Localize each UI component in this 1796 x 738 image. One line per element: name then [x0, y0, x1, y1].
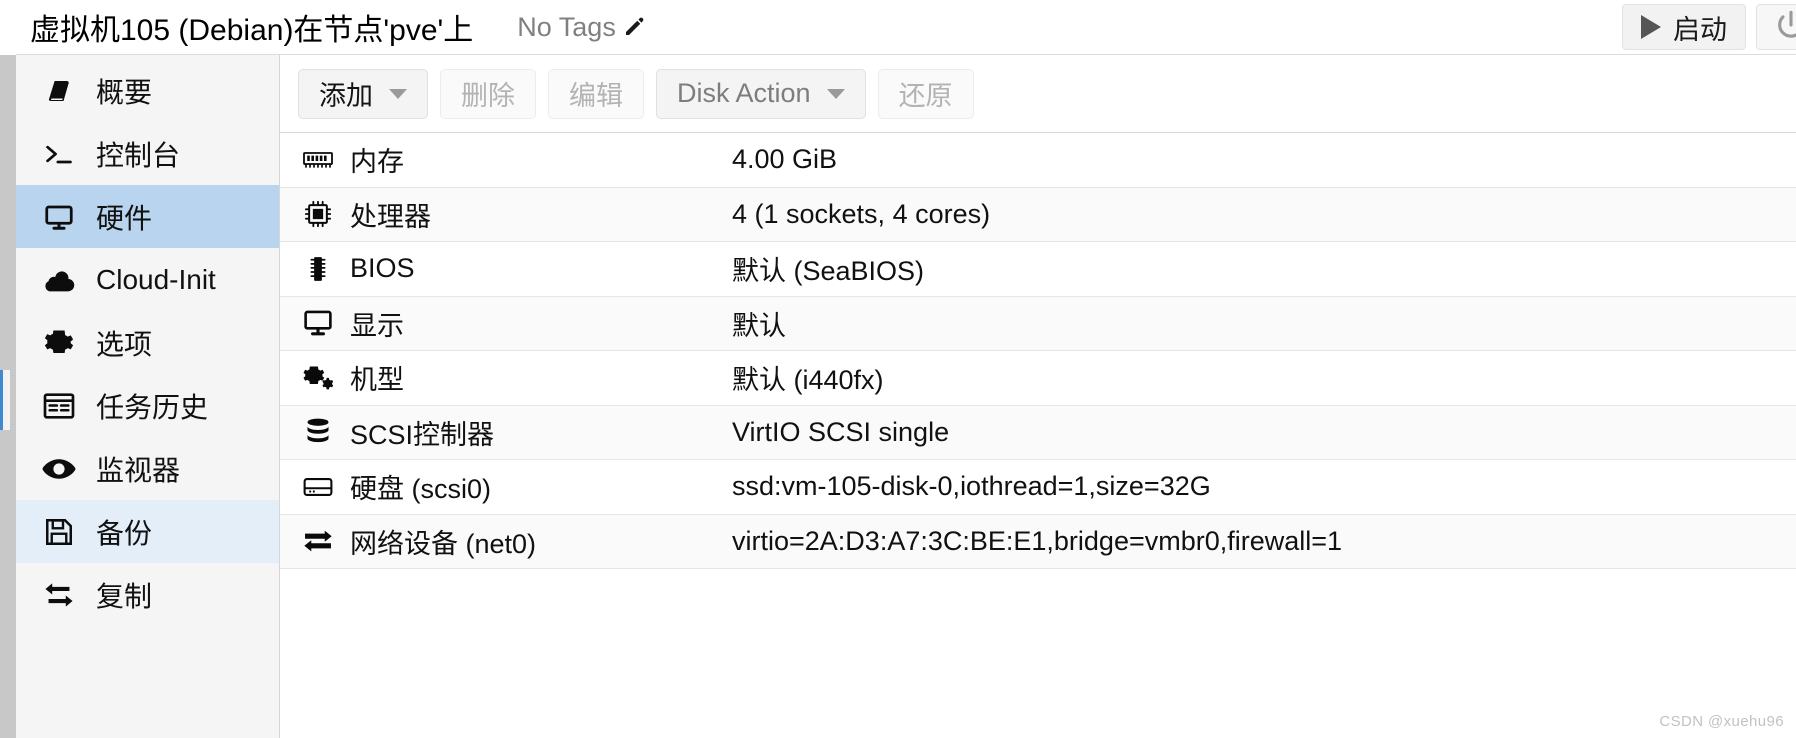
sidebar-item-replication[interactable]: 复制: [16, 563, 279, 626]
table-cell-value: ssd:vm-105-disk-0,iothread=1,size=32G: [732, 471, 1211, 502]
disk-action-button-label: Disk Action: [677, 78, 811, 108]
memory-icon: [280, 150, 342, 170]
table-cell-key: 机型: [350, 365, 404, 396]
chrome-accent-marker: [0, 370, 10, 430]
main-panel: 添加 删除 编辑 Disk Action 还原 内存 4.00 GiB 处理器 …: [280, 55, 1796, 738]
hardware-table: 内存 4.00 GiB 处理器 4 (1 sockets, 4 cores) B…: [280, 133, 1796, 738]
table-cell-key: SCSI控制器: [350, 419, 495, 450]
sidebar-item-label: 监视器: [96, 454, 181, 486]
exchange-icon: [280, 529, 342, 553]
sidebar-item-label: Cloud-Init: [96, 263, 216, 295]
tags-label: No Tags: [517, 11, 616, 42]
table-cell-key: BIOS: [350, 253, 415, 284]
table-row[interactable]: 网络设备 (net0) virtio=2A:D3:A7:3C:BE:E1,bri…: [280, 514, 1796, 569]
sidebar-item-hardware[interactable]: 硬件: [16, 185, 279, 248]
cogs-icon: [280, 364, 342, 392]
sidebar-item-summary[interactable]: 概要: [16, 59, 279, 122]
sidebar-item-cloud-init[interactable]: Cloud-Init: [16, 248, 279, 311]
book-icon: [42, 76, 76, 106]
table-row[interactable]: 硬盘 (scsi0) ssd:vm-105-disk-0,iothread=1,…: [280, 460, 1796, 515]
cpu-icon: [280, 200, 342, 228]
remove-button-label: 删除: [461, 81, 515, 111]
edit-button[interactable]: 编辑: [548, 68, 644, 119]
table-cell-value: 默认 (SeaBIOS): [732, 256, 925, 287]
sidebar-item-monitor[interactable]: 监视器: [16, 437, 279, 500]
gear-icon: [42, 328, 76, 358]
chevron-down-icon: [389, 88, 407, 99]
list-icon: [42, 392, 76, 420]
window-chrome-strip: [0, 0, 16, 738]
remove-button[interactable]: 删除: [440, 68, 536, 119]
disk-action-button[interactable]: Disk Action: [656, 68, 866, 119]
table-row[interactable]: 机型 默认 (i440fx): [280, 351, 1796, 406]
sidebar-item-task-history[interactable]: 任务历史: [16, 374, 279, 437]
sidebar-item-label: 概要: [96, 76, 153, 108]
sidebar-item-label: 备份: [96, 517, 153, 549]
add-button[interactable]: 添加: [298, 68, 428, 119]
header-actions: 启动: [1622, 4, 1796, 50]
table-cell-key: 显示: [350, 310, 404, 341]
sidebar-item-label: 复制: [96, 580, 153, 612]
terminal-icon: [42, 139, 76, 169]
sidebar-item-backup[interactable]: 备份: [16, 500, 279, 563]
page-body: 概要 控制台 硬件 Cloud-Init 选项 任务历史 监视器 备份 复制 添…: [0, 55, 1796, 738]
watermark: CSDN @xuehu96: [1659, 713, 1784, 730]
add-button-label: 添加: [319, 81, 373, 111]
sidebar-item-label: 控制台: [96, 139, 181, 171]
sidebar: 概要 控制台 硬件 Cloud-Init 选项 任务历史 监视器 备份 复制: [16, 55, 280, 738]
pencil-icon[interactable]: [622, 15, 646, 39]
chip-icon: [280, 255, 342, 283]
power-button[interactable]: [1756, 4, 1796, 50]
table-cell-value: 默认: [732, 310, 786, 341]
table-cell-value: VirtIO SCSI single: [732, 416, 950, 447]
cloud-icon: [42, 266, 76, 294]
sidebar-item-options[interactable]: 选项: [16, 311, 279, 374]
table-cell-value: 4 (1 sockets, 4 cores): [732, 198, 991, 229]
edit-button-label: 编辑: [569, 81, 623, 111]
start-button[interactable]: 启动: [1622, 4, 1746, 50]
play-icon: [1641, 15, 1661, 39]
table-row[interactable]: SCSI控制器 VirtIO SCSI single: [280, 405, 1796, 460]
sidebar-item-label: 任务历史: [96, 391, 209, 423]
retweet-icon: [42, 581, 76, 609]
table-row[interactable]: 内存 4.00 GiB: [280, 133, 1796, 188]
page-title: 虚拟机105 (Debian)在节点'pve'上: [30, 14, 474, 47]
table-empty-area: [280, 569, 1796, 643]
power-icon: [1774, 8, 1796, 47]
table-cell-key: 网络设备 (net0): [350, 528, 537, 559]
sidebar-item-label: 硬件: [96, 202, 153, 234]
sidebar-item-label: 选项: [96, 328, 153, 360]
table-cell-value: 默认 (i440fx): [732, 365, 884, 396]
chrome-top-fill: [0, 0, 16, 55]
chevron-down-icon: [826, 88, 845, 99]
floppy-icon: [42, 517, 76, 547]
table-cell-value: virtio=2A:D3:A7:3C:BE:E1,bridge=vmbr0,fi…: [732, 525, 1343, 556]
table-cell-value: 4.00 GiB: [732, 144, 838, 175]
revert-button[interactable]: 还原: [877, 68, 974, 119]
table-row[interactable]: 处理器 4 (1 sockets, 4 cores): [280, 187, 1796, 242]
table-row[interactable]: 显示 默认: [280, 296, 1796, 351]
start-button-label: 启动: [1673, 14, 1727, 45]
harddisk-icon: [280, 476, 342, 498]
tags-area[interactable]: No Tags: [517, 12, 646, 43]
desktop-icon: [42, 202, 76, 232]
revert-button-label: 还原: [898, 81, 953, 111]
sidebar-item-console[interactable]: 控制台: [16, 122, 279, 185]
table-cell-key: 内存: [350, 147, 404, 178]
database-icon: [280, 418, 342, 446]
eye-icon: [42, 456, 76, 482]
table-cell-key: 硬盘 (scsi0): [350, 474, 491, 505]
proxmox-vm-hardware-page: 虚拟机105 (Debian)在节点'pve'上 No Tags 启动 概要 控…: [0, 0, 1796, 738]
page-header: 虚拟机105 (Debian)在节点'pve'上 No Tags 启动: [0, 0, 1796, 55]
hardware-toolbar: 添加 删除 编辑 Disk Action 还原: [280, 55, 1796, 133]
table-row[interactable]: BIOS 默认 (SeaBIOS): [280, 242, 1796, 297]
table-cell-key: 处理器: [350, 201, 431, 232]
display-icon: [280, 310, 342, 336]
